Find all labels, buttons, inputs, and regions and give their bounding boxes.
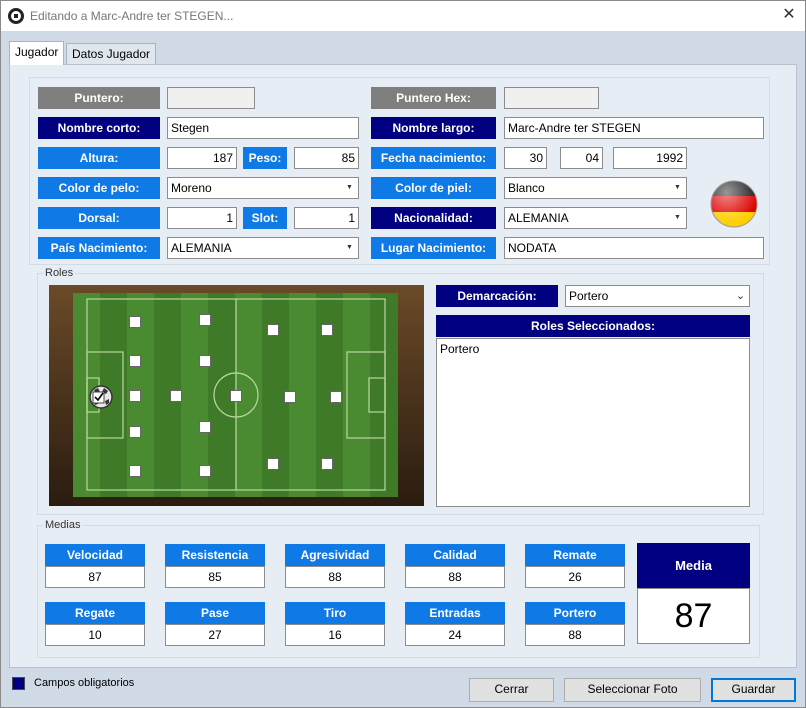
nombre-largo-label: Nombre largo:	[371, 117, 496, 139]
nombre-largo-input[interactable]: Marc-Andre ter STEGEN	[504, 117, 764, 139]
position-checkbox[interactable]	[199, 314, 211, 326]
stat-calidad-value[interactable]: 88	[405, 566, 505, 588]
position-checkbox[interactable]	[284, 391, 296, 403]
germany-flag-icon	[710, 180, 758, 228]
position-checkbox[interactable]	[129, 316, 141, 328]
stat-portero-label: Portero	[525, 602, 625, 624]
nacionalidad-value: ALEMANIA	[508, 211, 569, 225]
roles-group-title: Roles	[43, 267, 76, 280]
puntero-label: Puntero:	[38, 87, 160, 109]
seleccionar-foto-button[interactable]: Seleccionar Foto	[564, 678, 701, 702]
position-checkbox[interactable]	[199, 421, 211, 433]
position-checkbox[interactable]	[170, 390, 182, 402]
stat-resistencia-value[interactable]: 85	[165, 566, 265, 588]
stat-entradas-value[interactable]: 24	[405, 624, 505, 646]
stat-tiro-label: Tiro	[285, 602, 385, 624]
demarcacion-label: Demarcación:	[436, 285, 558, 307]
nombre-corto-input[interactable]: Stegen	[167, 117, 359, 139]
pais-nacimiento-label: País Nacimiento:	[38, 237, 160, 259]
stat-entradas-label: Entradas	[405, 602, 505, 624]
stat-calidad-label: Calidad	[405, 544, 505, 566]
list-item[interactable]: Portero	[440, 342, 746, 356]
stat-agresividad-label: Agresividad	[285, 544, 385, 566]
required-legend-text: Campos obligatorios	[34, 677, 135, 689]
lugar-nacimiento-label: Lugar Nacimiento:	[371, 237, 496, 259]
puntero-hex-field[interactable]	[504, 87, 599, 109]
demarcacion-select[interactable]: Portero ⌄	[565, 285, 750, 307]
roles-seleccionados-list[interactable]: Portero	[436, 338, 750, 507]
peso-label: Peso:	[243, 147, 287, 169]
color-piel-value: Blanco	[508, 181, 545, 195]
stat-agresividad-value[interactable]: 88	[285, 566, 385, 588]
position-checkbox[interactable]	[267, 458, 279, 470]
position-checkbox[interactable]	[321, 458, 333, 470]
stat-regate-value[interactable]: 10	[45, 624, 145, 646]
stat-regate-label: Regate	[45, 602, 145, 624]
demarcacion-value: Portero	[569, 289, 609, 303]
stat-velocidad-value[interactable]: 87	[45, 566, 145, 588]
stat-tiro-value[interactable]: 16	[285, 624, 385, 646]
stat-remate-label: Remate	[525, 544, 625, 566]
dorsal-label: Dorsal:	[38, 207, 160, 229]
dropdown-arrow-icon[interactable]: ▼	[341, 178, 358, 198]
stat-pase-label: Pase	[165, 602, 265, 624]
tab-datos-jugador[interactable]: Datos Jugador	[66, 43, 157, 65]
close-icon[interactable]: ✕	[776, 4, 802, 26]
position-checkbox[interactable]	[199, 465, 211, 477]
stat-resistencia-label: Resistencia	[165, 544, 265, 566]
fecha-dia-input[interactable]: 30	[504, 147, 547, 169]
lugar-nacimiento-input[interactable]: NODATA	[504, 237, 764, 259]
guardar-button[interactable]: Guardar	[711, 678, 796, 702]
position-checkbox[interactable]	[199, 355, 211, 367]
medias-group-title: Medias	[43, 519, 83, 532]
position-checkbox[interactable]	[230, 390, 242, 402]
soccer-ball-icon	[8, 8, 24, 24]
altura-input[interactable]: 187	[167, 147, 237, 169]
stat-pase-value[interactable]: 27	[165, 624, 265, 646]
puntero-hex-label: Puntero Hex:	[371, 87, 496, 109]
color-pelo-label: Color de pelo:	[38, 177, 160, 199]
position-checkbox[interactable]	[129, 355, 141, 367]
media-label: Media	[637, 543, 750, 588]
position-checkbox[interactable]	[129, 390, 141, 402]
dorsal-input[interactable]: 1	[167, 207, 237, 229]
tab-jugador[interactable]: Jugador	[9, 41, 65, 65]
dropdown-arrow-icon[interactable]: ▼	[669, 208, 686, 228]
fecha-mes-input[interactable]: 04	[560, 147, 603, 169]
stat-portero-value[interactable]: 88	[525, 624, 625, 646]
media-value: 87	[637, 588, 750, 644]
nacionalidad-select[interactable]: ALEMANIA ▼	[504, 207, 687, 229]
roles-seleccionados-header: Roles Seleccionados:	[436, 315, 750, 337]
position-checkbox[interactable]	[129, 465, 141, 477]
color-pelo-select[interactable]: Moreno ▼	[167, 177, 359, 199]
stat-remate-value[interactable]: 26	[525, 566, 625, 588]
stat-velocidad-label: Velocidad	[45, 544, 145, 566]
position-checkbox[interactable]	[267, 324, 279, 336]
position-checkbox[interactable]	[330, 391, 342, 403]
color-pelo-value: Moreno	[171, 181, 212, 195]
required-legend-swatch	[12, 677, 25, 690]
position-checkbox[interactable]	[129, 426, 141, 438]
pais-nacimiento-select[interactable]: ALEMANIA ▼	[167, 237, 359, 259]
dropdown-arrow-icon[interactable]: ▼	[341, 238, 358, 258]
position-checkbox[interactable]	[321, 324, 333, 336]
pais-nacimiento-value: ALEMANIA	[171, 241, 232, 255]
cerrar-button[interactable]: Cerrar	[469, 678, 554, 702]
goalkeeper-checkbox[interactable]	[88, 384, 114, 410]
fecha-nacimiento-label: Fecha nacimiento:	[371, 147, 496, 169]
dropdown-arrow-icon[interactable]: ▼	[669, 178, 686, 198]
fecha-anio-input[interactable]: 1992	[613, 147, 687, 169]
chevron-down-icon[interactable]: ⌄	[732, 286, 749, 306]
puntero-field[interactable]	[167, 87, 255, 109]
slot-label: Slot:	[243, 207, 287, 229]
altura-label: Altura:	[38, 147, 160, 169]
color-piel-select[interactable]: Blanco ▼	[504, 177, 687, 199]
slot-input[interactable]: 1	[294, 207, 359, 229]
color-piel-label: Color de piel:	[371, 177, 496, 199]
nombre-corto-label: Nombre corto:	[38, 117, 160, 139]
window-title: Editando a Marc-Andre ter STEGEN...	[30, 9, 234, 23]
nacionalidad-label: Nacionalidad:	[371, 207, 496, 229]
peso-input[interactable]: 85	[294, 147, 359, 169]
